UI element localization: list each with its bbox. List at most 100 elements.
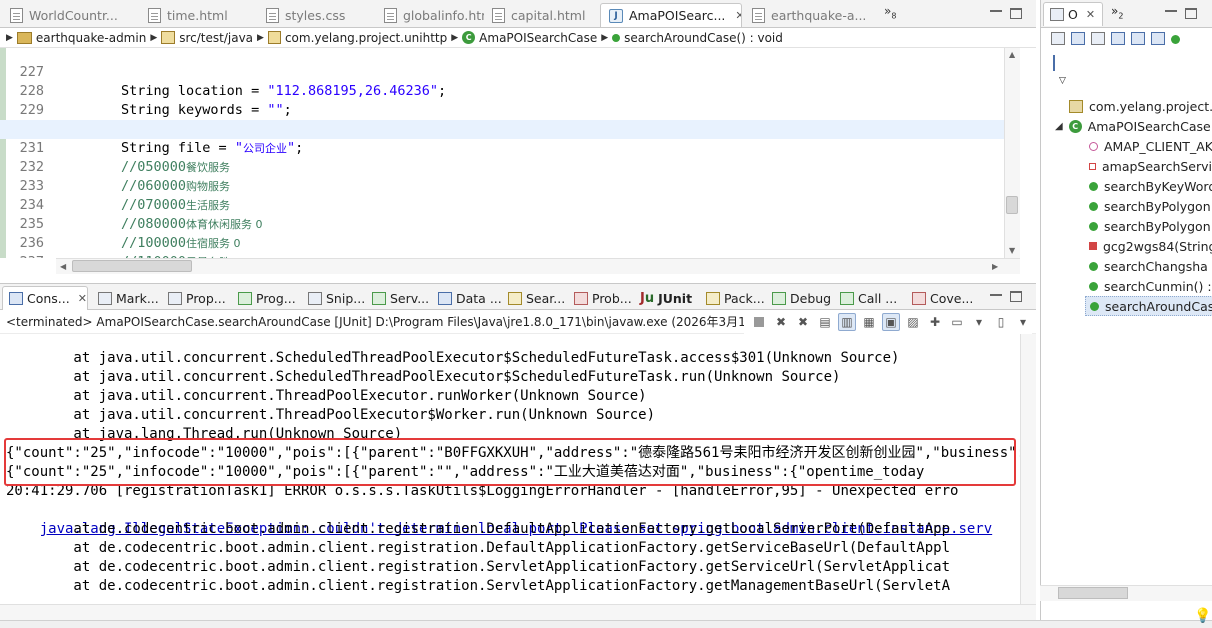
tab-globalinfo-html[interactable]: globalinfo.html (376, 3, 484, 27)
tip-bulb-icon[interactable]: 💡 (1194, 608, 1211, 624)
outline-item-method[interactable]: searchChangsha (1089, 256, 1208, 276)
breadcrumb-package[interactable]: com.yelang.project.unihttp (267, 31, 447, 45)
public-method-icon (1089, 281, 1098, 291)
clear-console-icon[interactable]: ▤ (816, 313, 834, 331)
scroll-up-icon[interactable]: ▲ (1009, 50, 1015, 59)
outline-item-method-selected[interactable]: searchAroundCase (1085, 296, 1212, 316)
code-line[interactable]: 237 //120000商务住宅 (0, 234, 1004, 258)
code-line[interactable]: 227 String location = "112.868195,26.462… (0, 48, 1004, 99)
tab-time-html[interactable]: time.html (140, 3, 258, 27)
tab-search[interactable]: Sear... (502, 286, 568, 310)
code-line[interactable]: 235 //100000住宿服务 0 (0, 196, 1004, 251)
editor-tabs-overflow[interactable]: »8 (884, 4, 896, 20)
outline-tabs-overflow[interactable]: »2 (1111, 4, 1123, 20)
hide-local-types-icon[interactable] (1171, 35, 1180, 44)
close-tab-icon[interactable]: ✕ (735, 9, 741, 22)
tab-package-explorer[interactable]: Pack... (700, 286, 766, 310)
breadcrumb-project[interactable]: earthquake-admin (16, 31, 146, 45)
outline-item-field[interactable]: amapSearchService (1089, 156, 1212, 176)
outline-item-method[interactable]: searchCunmin() : (1089, 276, 1212, 296)
editor-vertical-scrollbar[interactable]: ▲ ▼ (1004, 48, 1020, 258)
maximize-icon[interactable] (1010, 8, 1022, 19)
tab-snippets[interactable]: Snip... (302, 286, 366, 310)
code-editor[interactable]: 227 String location = "112.868195,26.462… (0, 48, 1020, 258)
scroll-left-icon[interactable]: ◀ (60, 262, 66, 271)
close-tab-icon[interactable]: ✕ (1086, 8, 1095, 21)
outline-item-method[interactable]: searchByPolygon (1089, 196, 1211, 216)
outline-item-package[interactable]: com.yelang.project.unihttp (1069, 96, 1212, 116)
tab-styles-css[interactable]: styles.css (258, 3, 376, 27)
code-line[interactable]: 228 String keywords = ""; (0, 63, 1004, 118)
hide-fields-icon[interactable] (1111, 32, 1125, 45)
tab-coverage[interactable]: Cove... (906, 286, 978, 310)
tab-console[interactable]: Cons... ✕ (2, 286, 88, 310)
breadcrumb-method[interactable]: searchAroundCase() : void (612, 31, 783, 45)
tab-outline[interactable]: O ✕ (1043, 2, 1103, 26)
outline-item-method[interactable]: searchByPolygon (1089, 216, 1211, 236)
code-line[interactable]: 234 //080000体育休闲服务 0 (0, 177, 1004, 232)
minimize-icon[interactable] (1165, 10, 1177, 12)
breadcrumb-class[interactable]: C AmaPOISearchCase (462, 31, 597, 45)
close-tab-icon[interactable]: ✕ (78, 292, 87, 305)
display-console-icon[interactable]: ▭ (948, 313, 966, 331)
outline-item-field[interactable]: AMAP_CLIENT_AK (1089, 136, 1212, 156)
focus-icon[interactable] (1053, 55, 1055, 71)
tab-markers[interactable]: Mark... (92, 286, 162, 310)
sort-icon[interactable] (1091, 32, 1105, 45)
tab-call-hierarchy[interactable]: Call ... (834, 286, 904, 310)
remove-all-terminated-icon[interactable]: ✖ (794, 313, 812, 331)
view-menu-icon[interactable]: ▾ (1014, 313, 1032, 331)
terminate-icon[interactable] (750, 313, 768, 331)
code-line[interactable]: 232 //060000购物服务 (0, 139, 1004, 194)
minimize-icon[interactable] (990, 294, 1002, 296)
console-vertical-scrollbar[interactable] (1020, 334, 1036, 604)
outline-item-class[interactable]: ◢ C AmaPOISearchCase (1055, 116, 1211, 136)
html-file-icon (148, 7, 161, 23)
view-menu-icon[interactable]: ▽ (1059, 76, 1066, 86)
word-wrap-icon[interactable]: ▦ (860, 313, 878, 331)
editor-horizontal-scroll-thumb[interactable] (72, 260, 192, 272)
hide-non-public-icon[interactable] (1151, 32, 1165, 45)
tab-capital-html[interactable]: capital.html (484, 3, 598, 27)
tab-earthquake-admin[interactable]: earthquake-a... (744, 3, 874, 27)
open-console-icon[interactable]: ▾ (970, 313, 988, 331)
tab-progress[interactable]: Prog... (232, 286, 302, 310)
tab-junit[interactable]: Ju JUnit (634, 286, 700, 310)
show-console-output-icon[interactable]: ▣ (882, 313, 900, 331)
code-line[interactable]: 233 //070000生活服务 (0, 158, 1004, 213)
tab-worldcountry[interactable]: WorldCountr... (2, 3, 140, 27)
pin-console-icon[interactable]: ✚ (926, 313, 944, 331)
console-horizontal-scrollbar[interactable] (0, 604, 1036, 620)
tab-properties[interactable]: Prop... (162, 286, 232, 310)
code-line-current[interactable]: 231 //050000餐饮服务 (0, 120, 1004, 175)
tab-servers[interactable]: Serv... (366, 286, 432, 310)
scroll-down-icon[interactable]: ▼ (1009, 246, 1015, 255)
tab-problems[interactable]: Prob... (568, 286, 634, 310)
show-console-error-icon[interactable]: ▨ (904, 313, 922, 331)
remove-launch-icon[interactable]: ✖ (772, 313, 790, 331)
outline-horizontal-scroll-thumb[interactable] (1058, 587, 1128, 599)
editor-vertical-scroll-thumb[interactable] (1006, 196, 1018, 214)
collapse-all-icon[interactable] (1051, 32, 1065, 45)
link-editor-icon[interactable] (1071, 32, 1085, 45)
code-line[interactable]: 230 String file = "公司企业"; (0, 101, 1004, 156)
code-line[interactable]: 229 String types = "170000"; (0, 82, 1004, 137)
outline-item-method[interactable]: searchByKeyWord (1089, 176, 1212, 196)
scroll-lock-icon[interactable]: ▥ (838, 313, 856, 331)
maximize-icon[interactable] (1185, 8, 1197, 19)
scroll-right-icon[interactable]: ▶ (992, 262, 998, 271)
tab-data-source[interactable]: Data ... (432, 286, 502, 310)
editor-horizontal-scrollbar[interactable]: ◀ ▶ (56, 258, 1020, 274)
breadcrumb-source-folder[interactable]: src/test/java (161, 31, 253, 45)
hide-static-icon[interactable] (1131, 32, 1145, 45)
code-line[interactable]: 236 //110000风景名胜 (0, 215, 1004, 258)
stack-trace-line: at java.util.concurrent.ThreadPoolExecut… (6, 388, 647, 404)
minimize-icon[interactable] (990, 10, 1002, 12)
tab-debug[interactable]: Debug (766, 286, 834, 310)
new-console-icon[interactable]: ▯ (992, 313, 1010, 331)
tab-amapoisearchcase[interactable]: J AmaPOISearc... ✕ (600, 3, 742, 27)
collapse-arrow-icon[interactable]: ◢ (1055, 121, 1063, 132)
outline-item-method[interactable]: gcg2wgs84(String (1089, 236, 1212, 256)
problems-icon (574, 291, 588, 305)
maximize-icon[interactable] (1010, 291, 1022, 302)
